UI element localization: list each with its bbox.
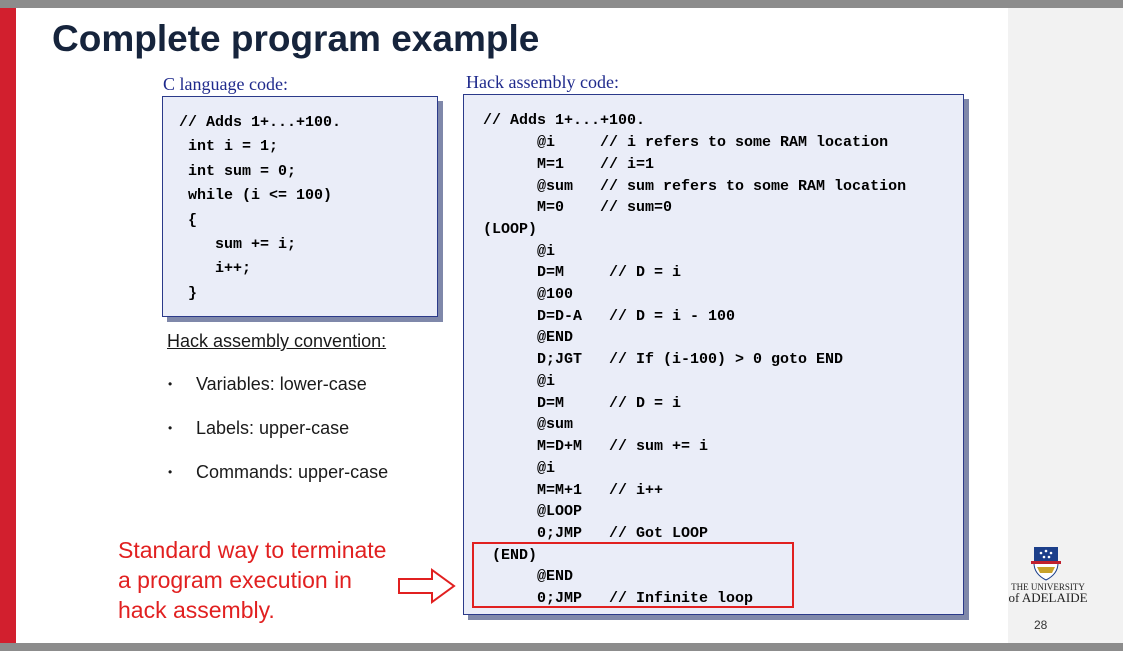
hack-code-box: // Adds 1+...+100. @i // i refers to som… [463, 94, 964, 615]
left-accent-bar [0, 8, 16, 643]
bullet-dot: • [168, 465, 173, 479]
hack-code-line: @LOOP [483, 503, 583, 520]
c-code-line: while (i <= 100) [179, 187, 333, 204]
right-panel [1008, 8, 1123, 643]
convention-title: Hack assembly convention: [167, 331, 387, 351]
hack-code-line: D=M // D = i [483, 395, 682, 412]
hack-code-line: @i [483, 460, 556, 477]
hack-code-line: // Adds 1+...+100. [483, 112, 646, 129]
hack-code-line: M=1 // i=1 [483, 156, 655, 173]
hack-code-line: M=M+1 // i++ [483, 482, 664, 499]
note-line: Standard way to terminate [118, 537, 387, 563]
hack-code-line: M=D+M // sum += i [483, 438, 709, 455]
slide-title: Complete program example [52, 18, 540, 59]
hack-code-line: 0;JMP // Got LOOP [483, 525, 709, 542]
c-code-line: int sum = 0; [179, 163, 297, 180]
page-number: 28 [1034, 618, 1048, 632]
c-code-line: // Adds 1+...+100. [179, 114, 342, 131]
university-name-line2: of ADELAIDE [1008, 590, 1088, 605]
hack-code-line: (LOOP) [483, 221, 538, 238]
c-code-line: { [179, 212, 198, 229]
hack-code-line: @sum [483, 416, 574, 433]
note-line: a program execution in [118, 567, 352, 593]
top-bar [0, 0, 1123, 8]
c-code-line: i++; [179, 260, 252, 277]
note-line: hack assembly. [118, 597, 275, 623]
hack-code-line: M=0 // sum=0 [483, 199, 673, 216]
end-loop-highlight [472, 542, 794, 608]
bullet-dot: • [168, 421, 173, 435]
hack-code-line: @100 [483, 286, 574, 303]
c-code-caption: C language code: [163, 74, 288, 94]
hack-code-line: @i // i refers to some RAM location [483, 134, 889, 151]
university-crest-icon [1031, 547, 1061, 581]
bottom-bar [0, 643, 1123, 651]
convention-bullet: Variables: lower-case [196, 374, 367, 394]
c-code-line: int i = 1; [179, 138, 279, 155]
c-code-line: } [179, 285, 198, 302]
hack-code-line: @sum // sum refers to some RAM location [483, 178, 907, 195]
arrow-right-icon [398, 568, 456, 604]
convention-bullet: Labels: upper-case [196, 418, 350, 438]
convention-bullet: Commands: upper-case [196, 462, 389, 482]
bullet-dot: • [168, 377, 173, 391]
c-code-line: sum += i; [179, 236, 297, 253]
hack-code-line: @END [483, 329, 574, 346]
hack-code-caption: Hack assembly code: [466, 72, 619, 92]
c-code-box: // Adds 1+...+100. int i = 1; int sum = … [162, 96, 438, 317]
hack-code-line: D=D-A // D = i - 100 [483, 308, 736, 325]
hack-code-line: @i [483, 373, 556, 390]
hack-code-line: D=M // D = i [483, 264, 682, 281]
hack-code-line: @i [483, 243, 556, 260]
hack-code-line: D;JGT // If (i-100) > 0 goto END [483, 351, 844, 368]
